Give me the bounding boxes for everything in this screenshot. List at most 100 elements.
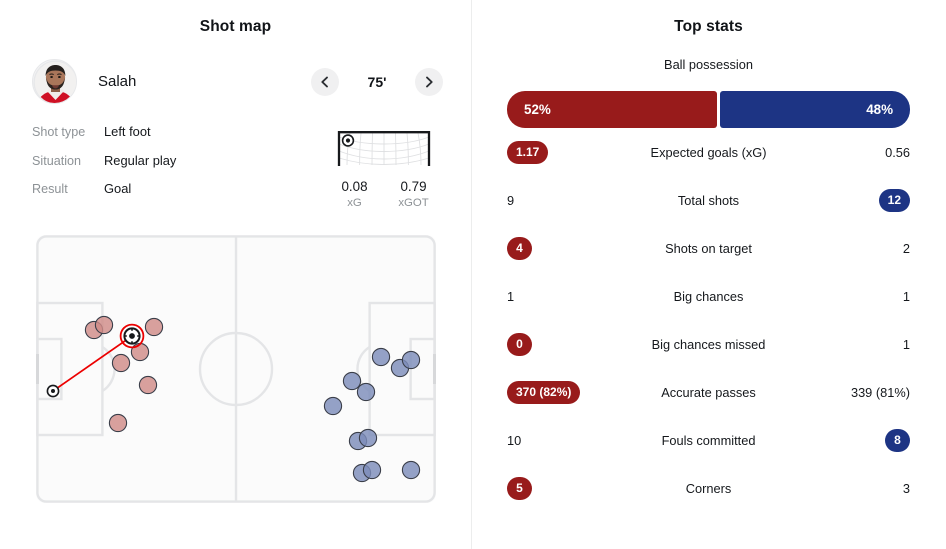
home-shot-dot[interactable] — [111, 353, 130, 372]
goal-end-marker — [46, 384, 59, 397]
stat-row: 370 (82%) Accurate passes 339 (81%) — [507, 368, 910, 416]
stats-list: Ball possession 52% 48% 1.17 Expected goa… — [471, 57, 946, 512]
away-shot-dot[interactable] — [371, 347, 390, 366]
stat-leader-badge: 370 (82%) — [507, 380, 581, 404]
chevron-left-icon — [318, 75, 332, 89]
stat-value-away: 339 (81%) — [814, 385, 910, 400]
stat-leader-badge: 0 — [507, 332, 532, 356]
stat-row: 5 Corners 3 — [507, 464, 910, 512]
xg-metrics: 0.08 xG 0.79 xGOT — [325, 179, 443, 209]
away-shot-dot[interactable] — [356, 382, 375, 401]
stat-label: Fouls committed — [661, 432, 756, 448]
stat-value-home: 0 — [507, 332, 603, 356]
stat-value-away: 3 — [814, 481, 910, 496]
stat-leader-badge: 4 — [507, 236, 532, 260]
shot-type-label: Shot type — [32, 125, 86, 139]
pitch[interactable] — [35, 234, 436, 503]
shot-detail-row: Situation Regular play — [32, 153, 176, 182]
stat-value-away: 1 — [814, 289, 910, 304]
away-shot-dot[interactable] — [358, 428, 377, 447]
shot-detail-row: Result Goal — [32, 181, 176, 210]
possession-away-value: 48% — [866, 102, 893, 117]
home-shot-dot[interactable] — [138, 375, 157, 394]
possession-away-bar: 48% — [719, 91, 910, 128]
stat-leader-badge: 5 — [507, 476, 532, 500]
next-shot-button[interactable] — [415, 67, 443, 96]
top-stats-panel: Top stats Ball possession 52% 48% 1.17 Ex… — [471, 0, 946, 549]
stat-row: 1 Big chances 1 — [507, 272, 910, 320]
shot-type-value: Left foot — [104, 124, 151, 139]
stat-label: Total shots — [677, 192, 740, 208]
home-shot-dot[interactable] — [130, 342, 149, 361]
stat-value-text: 9 — [507, 192, 515, 208]
home-shot-dot[interactable] — [94, 315, 113, 334]
xg-caption: xG — [347, 197, 362, 209]
xg-value: 0.08 — [341, 179, 368, 194]
avatar — [32, 59, 77, 104]
stat-label: Corners — [685, 480, 732, 496]
stat-value-home: 5 — [507, 476, 603, 500]
away-shot-dot[interactable] — [323, 396, 342, 415]
stat-label: Big chances missed — [651, 336, 766, 352]
goal-mouth-block: 0.08 xG 0.79 xGOT — [325, 124, 443, 209]
stat-value-home: 9 — [507, 193, 603, 208]
shot-details-table: Shot type Left foot Situation Regular pl… — [32, 124, 176, 210]
stat-value-home: 4 — [507, 236, 603, 260]
stat-row: 9 Total shots 12 — [507, 176, 910, 224]
away-shot-dot[interactable] — [401, 350, 420, 369]
stat-leader-badge: 1.17 — [507, 140, 549, 164]
stat-value-text: 1 — [902, 336, 910, 352]
ball-possession-label: Ball possession — [664, 57, 753, 72]
stat-row: 0 Big chances missed 1 — [507, 320, 910, 368]
stat-value-home: 1 — [507, 289, 603, 304]
xgot-metric: 0.79 xGOT — [384, 179, 443, 209]
stat-row: 4 Shots on target 2 — [507, 224, 910, 272]
stat-value-home: 370 (82%) — [507, 380, 603, 404]
stat-leader-badge: 8 — [885, 428, 910, 452]
pitch-wrap — [0, 234, 471, 503]
shot-details: Shot type Left foot Situation Regular pl… — [32, 124, 443, 210]
stat-label: Big chances — [673, 288, 744, 304]
stat-value-text: 10 — [507, 432, 522, 448]
stat-value-text: 1 — [902, 288, 910, 304]
stat-rows: 1.17 Expected goals (xG) 0.56 9 Total shots 1… — [507, 128, 910, 512]
stat-value-text: 339 (81%) — [850, 384, 910, 400]
chevron-right-icon — [422, 75, 436, 89]
stat-value-away: 12 — [814, 188, 910, 212]
goal-mouth-graphic — [334, 128, 434, 172]
situation-value: Regular play — [104, 152, 177, 168]
stat-row: 1.17 Expected goals (xG) 0.56 — [507, 128, 910, 176]
stat-label: Shots on target — [665, 240, 752, 256]
stat-label: Expected goals (xG) — [650, 144, 767, 160]
possession-home-bar: 52% — [507, 91, 717, 128]
player-name: Salah — [98, 73, 137, 90]
situation-label: Situation — [32, 153, 82, 168]
stat-row: 10 Fouls committed 8 — [507, 416, 910, 464]
stat-value-text: 2 — [902, 240, 910, 256]
stat-value-text: 1 — [507, 288, 515, 304]
stat-value-away: 1 — [814, 337, 910, 352]
stat-value-away: 2 — [814, 241, 910, 256]
xg-metric: 0.08 xG — [325, 179, 384, 209]
stat-label: Accurate passes — [661, 384, 756, 400]
result-label: Result — [32, 182, 68, 196]
stat-value-home: 10 — [507, 433, 603, 448]
xgot-value: 0.79 — [400, 179, 427, 194]
stat-value-text: 0.56 — [885, 144, 910, 160]
stat-value-away: 0.56 — [814, 145, 910, 160]
previous-shot-button[interactable] — [311, 67, 339, 96]
shot-map-panel: Shot map Salah 75' Shot type Left foot S… — [0, 0, 471, 549]
stat-value-away: 8 — [814, 428, 910, 452]
player-row: Salah 75' — [32, 59, 443, 104]
ball-icon — [341, 134, 355, 147]
shot-map-title: Shot map — [199, 18, 272, 35]
home-shot-dot[interactable] — [108, 413, 127, 432]
home-shot-dot[interactable] — [144, 317, 163, 336]
stat-value-home: 1.17 — [507, 140, 603, 164]
away-shot-dot[interactable] — [362, 460, 381, 479]
shot-navigation: 75' — [311, 67, 443, 96]
match-stats-screen: Shot map Salah 75' Shot type Left foot S… — [0, 0, 946, 549]
selected-shot-marker[interactable] — [119, 323, 144, 348]
away-shot-dot[interactable] — [342, 371, 361, 390]
away-shot-dot[interactable] — [401, 460, 420, 479]
